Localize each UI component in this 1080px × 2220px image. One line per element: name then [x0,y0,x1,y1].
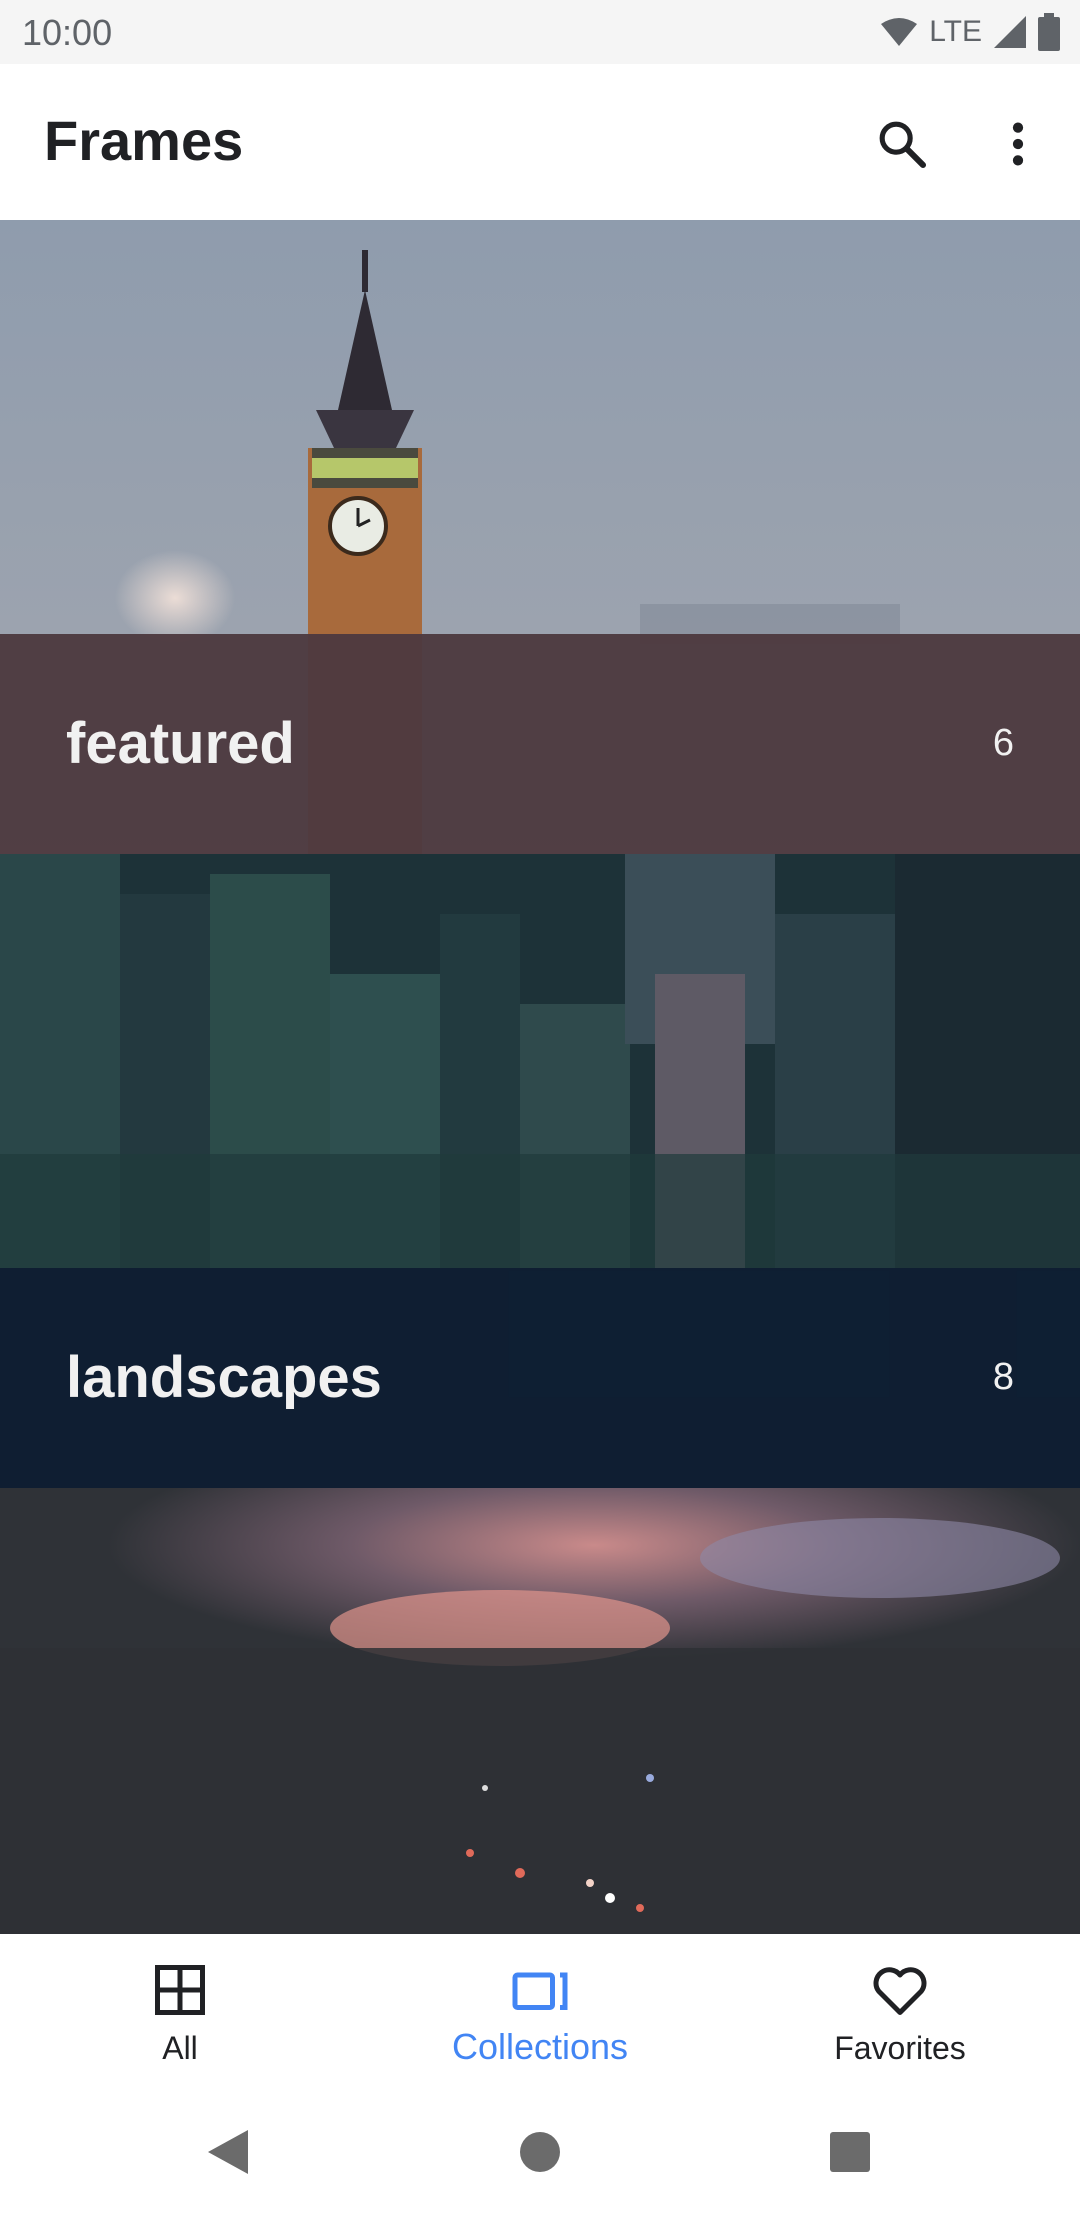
collection-card-landscapes[interactable]: landscapes 8 [0,854,1080,1488]
recents-button[interactable] [820,2122,880,2182]
home-icon [520,2132,560,2172]
bottom-navigation: All Collections Favorites [0,1934,1080,2084]
nav-label: Favorites [834,2030,966,2066]
collection-title: landscapes [66,1345,382,1410]
recents-icon [830,2132,870,2172]
more-vert-icon [1012,122,1024,166]
status-icons: LTE [879,12,1060,52]
nav-label: Collections [451,2026,629,2067]
search-icon [879,121,927,169]
collection-footer: landscapes 8 [0,1268,1080,1488]
system-navigation-bar [0,2084,1080,2220]
collection-count: 8 [992,1356,1014,1398]
nav-item-all[interactable]: All [0,1934,360,2084]
heart-icon [873,1967,927,2015]
collections-list[interactable]: featured 6 landscapes 8 [0,220,1080,1934]
collection-card-3[interactable] [0,1488,1080,1934]
app-title: Frames [44,109,244,172]
app-bar: Frames [0,64,1080,220]
back-button[interactable] [198,2122,258,2182]
collection-card-featured[interactable]: featured 6 [0,220,1080,854]
back-icon [208,2130,248,2174]
status-time: 10:00 [22,12,113,53]
home-button[interactable] [510,2122,570,2182]
search-button[interactable] [866,108,938,180]
collection-title: featured [66,711,295,776]
grid-icon [155,1965,205,2015]
nav-item-favorites[interactable]: Favorites [720,1934,1080,2084]
battery-icon [1038,13,1060,51]
status-bar: 10:00 LTE [0,0,1080,64]
collections-icon [512,1972,568,2010]
collection-count: 6 [992,722,1014,764]
network-type: LTE [929,15,982,48]
collection-footer: featured 6 [0,634,1080,854]
collection-photo [0,1488,1080,1934]
wifi-icon [881,18,918,46]
signal-icon [994,16,1026,48]
nav-label: All [162,2030,198,2066]
nav-item-collections[interactable]: Collections [360,1934,720,2084]
more-options-button[interactable] [982,108,1054,180]
